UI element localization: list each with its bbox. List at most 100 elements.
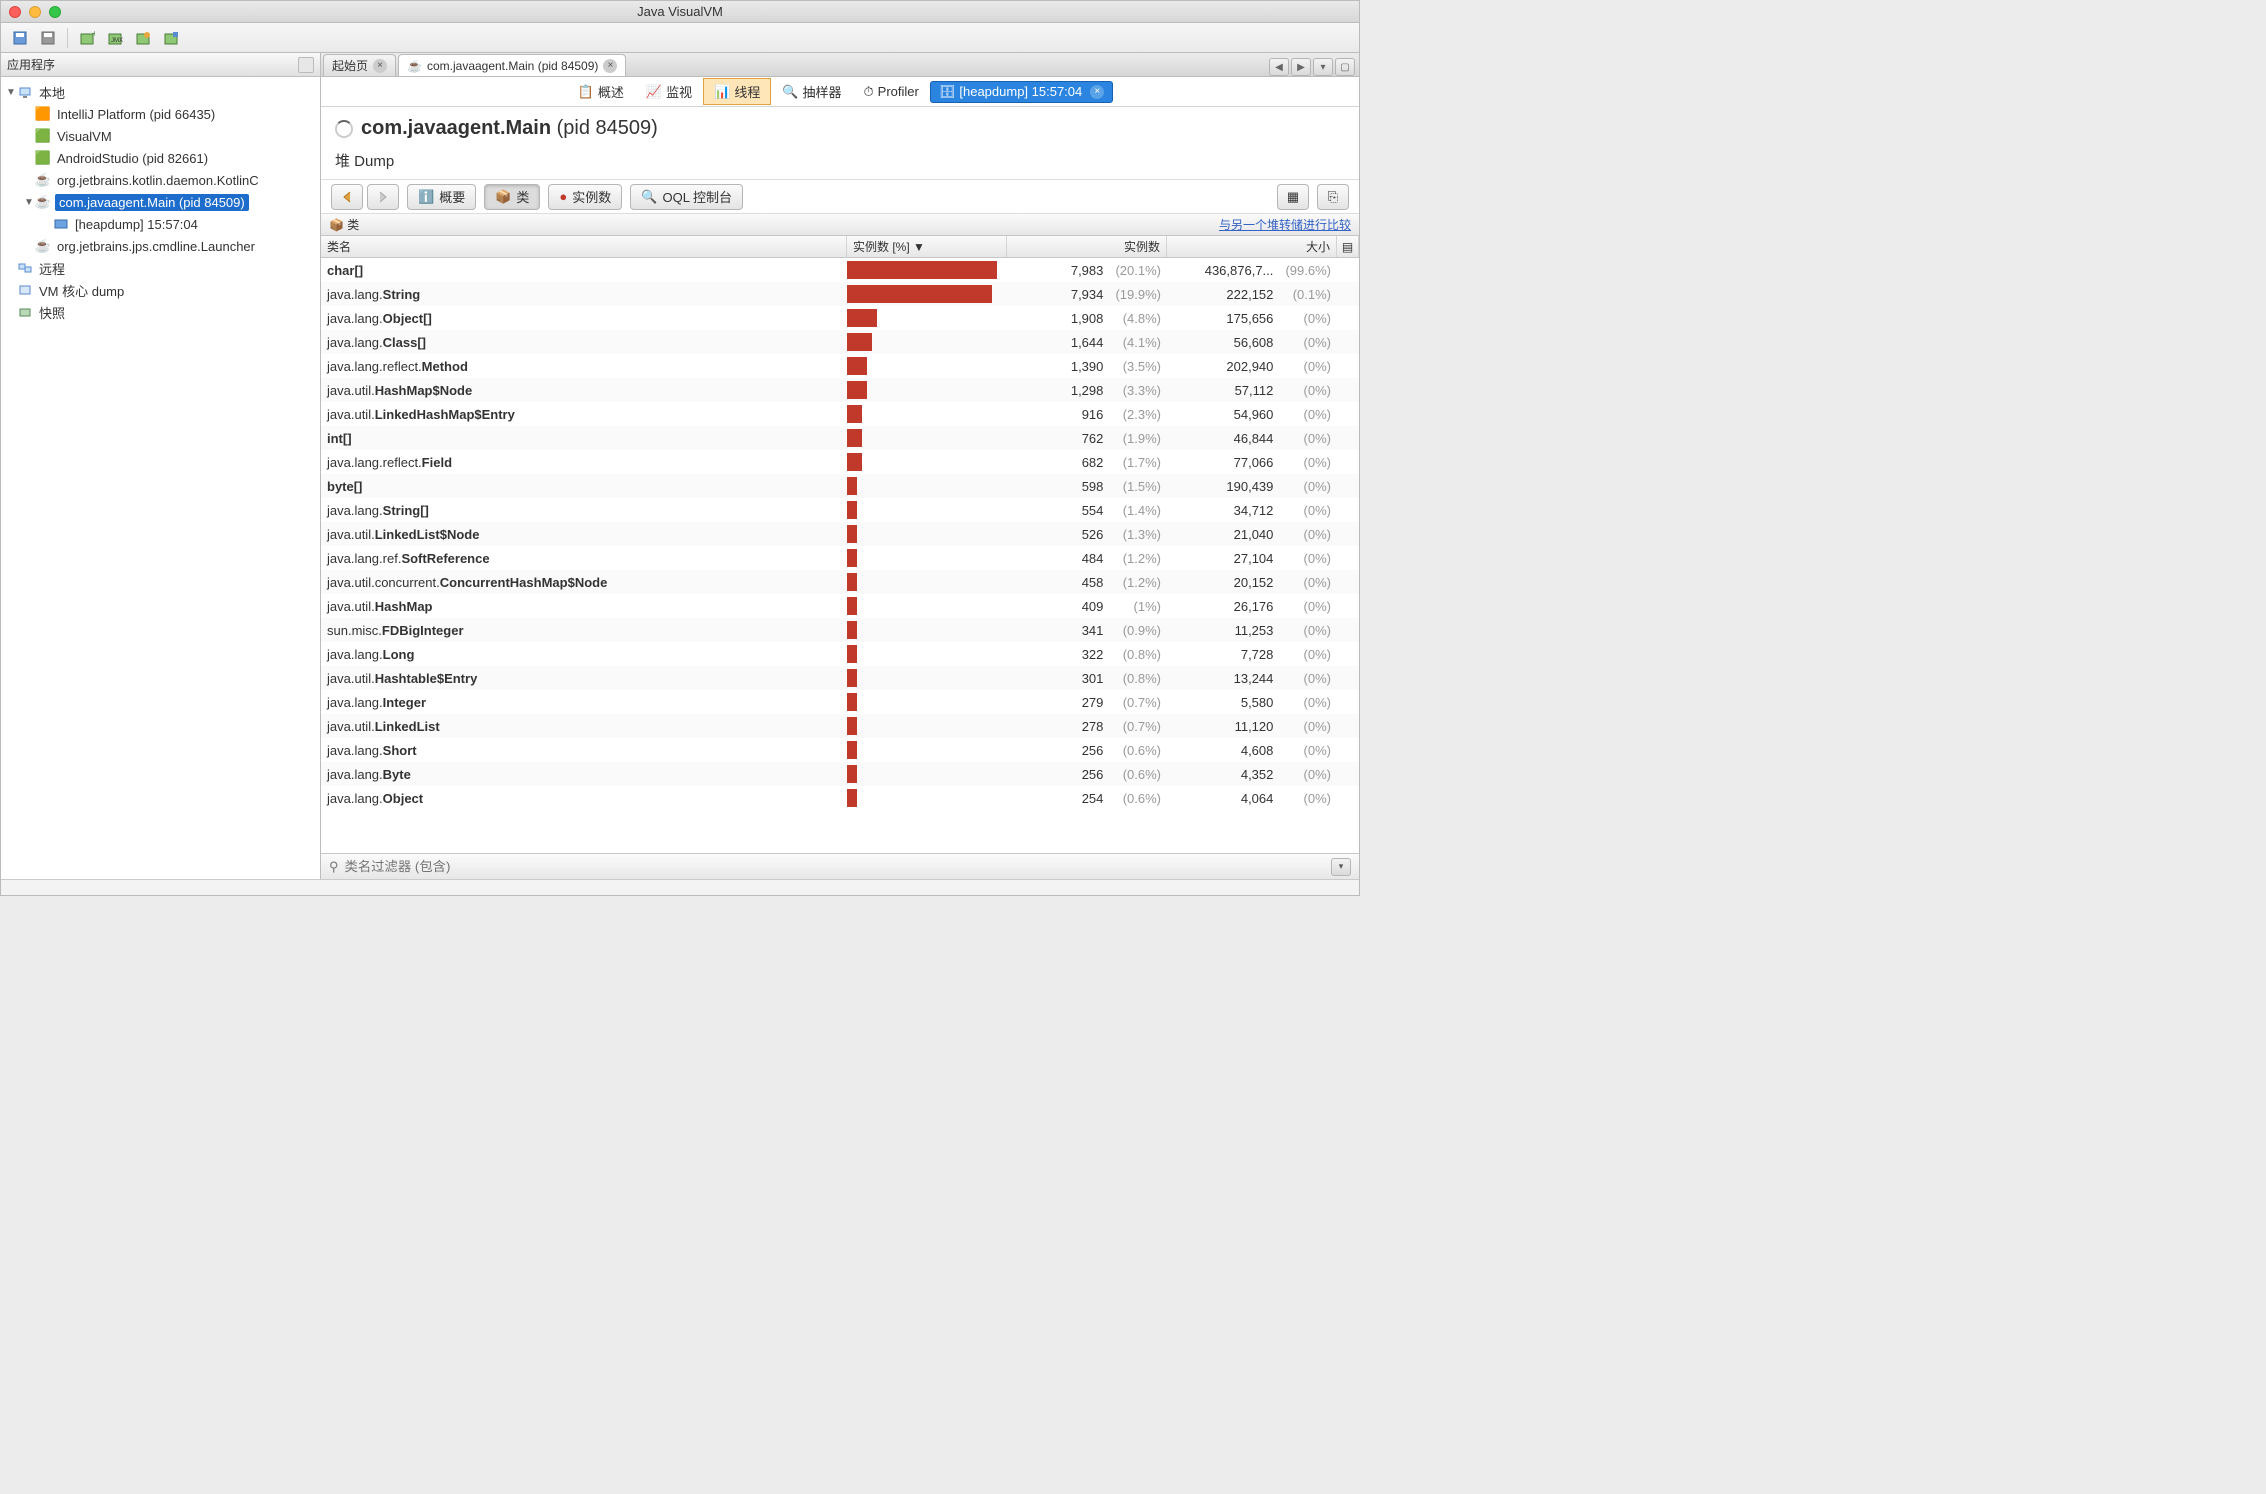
tab-list-button[interactable]: ▾: [1313, 58, 1333, 76]
tool-button-1[interactable]: ▦: [1277, 184, 1309, 210]
col-instances-pct[interactable]: 实例数 [%] ▼: [847, 236, 1007, 257]
svg-text:+: +: [92, 30, 95, 40]
table-row[interactable]: java.lang.ref.SoftReference484 (1.2%)27,…: [321, 546, 1359, 570]
tab-maximize-button[interactable]: ▢: [1335, 58, 1355, 76]
tree-node-remote[interactable]: 远程: [1, 257, 320, 279]
subtab-threads[interactable]: 📊线程: [703, 78, 771, 105]
tree-node-app[interactable]: ☕org.jetbrains.kotlin.daemon.KotlinC: [1, 169, 320, 191]
add-app-icon[interactable]: +: [74, 27, 100, 49]
save-icon[interactable]: [7, 27, 33, 49]
tree-node-app[interactable]: 🟩VisualVM: [1, 125, 320, 147]
search-icon: 🔍: [641, 189, 657, 205]
table-row[interactable]: char[]7,983 (20.1%)436,876,7... (99.6%): [321, 258, 1359, 282]
filter-dropdown[interactable]: ▾: [1331, 858, 1351, 876]
table-row[interactable]: byte[]598 (1.5%)190,439 (0%): [321, 474, 1359, 498]
view-tabs: 📋概述 📈监视 📊线程 🔍抽样器 ⏱Profiler 🗄[heapdump] 1…: [321, 77, 1359, 107]
table-row[interactable]: java.util.LinkedHashMap$Entry916 (2.3%)5…: [321, 402, 1359, 426]
sidebar-tab-apps[interactable]: 应用程序: [1, 53, 320, 77]
col-size[interactable]: 大小: [1167, 236, 1337, 257]
add-jmx-icon[interactable]: JMX: [102, 27, 128, 49]
table-row[interactable]: java.util.HashMap$Node1,298 (3.3%)57,112…: [321, 378, 1359, 402]
tree-node-coredump[interactable]: VM 核心 dump: [1, 279, 320, 301]
subtab-overview[interactable]: 📋概述: [567, 78, 635, 105]
status-bar: [1, 879, 1359, 895]
tree-node-local[interactable]: ▼本地: [1, 81, 320, 103]
tree-node-app[interactable]: ☕org.jetbrains.jps.cmdline.Launcher: [1, 235, 320, 257]
table-row[interactable]: java.lang.String[]554 (1.4%)34,712 (0%): [321, 498, 1359, 522]
table-row[interactable]: java.util.concurrent.ConcurrentHashMap$N…: [321, 570, 1359, 594]
heapdump-toolbar: ℹ️概要 📦类 ●实例数 🔍OQL 控制台 ▦ ⎘: [321, 180, 1359, 214]
table-row[interactable]: java.lang.Byte256 (0.6%)4,352 (0%): [321, 762, 1359, 786]
toolbar-separator: [67, 28, 68, 48]
tab-main[interactable]: ☕com.javaagent.Main (pid 84509)×: [398, 54, 626, 76]
col-config-icon[interactable]: ▤: [1337, 236, 1359, 257]
app-tree: ▼本地 🟧IntelliJ Platform (pid 66435) 🟩Visu…: [1, 77, 320, 879]
java-icon: ☕: [407, 59, 422, 73]
back-button[interactable]: [331, 184, 363, 210]
close-icon[interactable]: ×: [373, 59, 387, 73]
subtab-profiler[interactable]: ⏱Profiler: [853, 80, 930, 104]
subtab-monitor[interactable]: 📈监视: [635, 78, 703, 105]
content-header: com.javaagent.Main (pid 84509): [321, 107, 1359, 146]
tree-node-app[interactable]: 🟧IntelliJ Platform (pid 66435): [1, 103, 320, 125]
content-subheader: 堆 Dump: [321, 146, 1359, 180]
subtab-sampler[interactable]: 🔍抽样器: [771, 78, 852, 105]
tree-node-app-selected[interactable]: ▼☕com.javaagent.Main (pid 84509): [1, 191, 320, 213]
filter-bar: ⚲ ▾: [321, 853, 1359, 879]
sidebar-minimize-icon[interactable]: [298, 57, 314, 73]
instances-button[interactable]: ●实例数: [548, 184, 622, 210]
add-snapshot-icon[interactable]: [130, 27, 156, 49]
table-row[interactable]: sun.misc.FDBigInteger341 (0.9%)11,253 (0…: [321, 618, 1359, 642]
tab-start[interactable]: 起始页×: [323, 54, 396, 76]
classes-button[interactable]: 📦类: [484, 184, 540, 210]
forward-button[interactable]: [367, 184, 399, 210]
table-row[interactable]: java.lang.String7,934 (19.9%)222,152 (0.…: [321, 282, 1359, 306]
table-row[interactable]: java.util.LinkedList278 (0.7%)11,120 (0%…: [321, 714, 1359, 738]
table-row[interactable]: java.lang.Object[]1,908 (4.8%)175,656 (0…: [321, 306, 1359, 330]
table-row[interactable]: java.lang.Short256 (0.6%)4,608 (0%): [321, 738, 1359, 762]
compare-link[interactable]: 与另一个堆转储进行比较: [1219, 216, 1351, 233]
main-panel: 起始页× ☕com.javaagent.Main (pid 84509)× ◀ …: [321, 53, 1359, 879]
classes-icon: 📦: [495, 189, 511, 205]
table-row[interactable]: java.util.LinkedList$Node526 (1.3%)21,04…: [321, 522, 1359, 546]
svg-text:JMX: JMX: [111, 38, 123, 44]
tree-node-app[interactable]: 🟩AndroidStudio (pid 82661): [1, 147, 320, 169]
col-classname[interactable]: 类名: [321, 236, 847, 257]
summary-button[interactable]: ℹ️概要: [407, 184, 476, 210]
close-icon[interactable]: ×: [1090, 85, 1104, 99]
list-header: 📦 类 与另一个堆转储进行比较: [321, 214, 1359, 236]
table-row[interactable]: java.lang.Long322 (0.8%)7,728 (0%): [321, 642, 1359, 666]
close-icon[interactable]: ×: [603, 59, 617, 73]
oql-button[interactable]: 🔍OQL 控制台: [630, 184, 743, 210]
tree-node-snapshot[interactable]: 快照: [1, 301, 320, 323]
subtab-heapdump[interactable]: 🗄[heapdump] 15:57:04×: [930, 81, 1113, 103]
table-row[interactable]: java.util.HashMap409 (1%)26,176 (0%): [321, 594, 1359, 618]
sampler-icon: 🔍: [782, 84, 798, 100]
info-icon: ℹ️: [418, 189, 434, 205]
titlebar: Java VisualVM: [1, 1, 1359, 23]
heapdump-icon: 🗄: [939, 84, 956, 100]
sort-indicator-icon: ▼: [913, 240, 925, 254]
sidebar-tab-label: 应用程序: [7, 56, 55, 73]
filter-input[interactable]: [345, 859, 1325, 874]
table-row[interactable]: int[]762 (1.9%)46,844 (0%): [321, 426, 1359, 450]
add-coredump-icon[interactable]: [158, 27, 184, 49]
col-instances[interactable]: 实例数: [1007, 236, 1167, 257]
tool-button-2[interactable]: ⎘: [1317, 184, 1349, 210]
overview-icon: 📋: [578, 84, 594, 100]
tree-node-heapdump[interactable]: [heapdump] 15:57:04: [1, 213, 320, 235]
threads-icon: 📊: [714, 84, 730, 100]
profiler-icon: ⏱: [864, 84, 874, 100]
monitor-icon: 📈: [646, 84, 662, 100]
table-row[interactable]: java.lang.reflect.Method1,390 (3.5%)202,…: [321, 354, 1359, 378]
table-row[interactable]: java.lang.Object254 (0.6%)4,064 (0%): [321, 786, 1359, 810]
class-table[interactable]: char[]7,983 (20.1%)436,876,7... (99.6%)j…: [321, 258, 1359, 853]
tab-prev-button[interactable]: ◀: [1269, 58, 1289, 76]
table-row[interactable]: java.util.Hashtable$Entry301 (0.8%)13,24…: [321, 666, 1359, 690]
table-row[interactable]: java.lang.Integer279 (0.7%)5,580 (0%): [321, 690, 1359, 714]
table-row[interactable]: java.lang.reflect.Field682 (1.7%)77,066 …: [321, 450, 1359, 474]
tab-next-button[interactable]: ▶: [1291, 58, 1311, 76]
save-as-icon[interactable]: [35, 27, 61, 49]
table-row[interactable]: java.lang.Class[]1,644 (4.1%)56,608 (0%): [321, 330, 1359, 354]
column-headers: 类名 实例数 [%] ▼ 实例数 大小 ▤: [321, 236, 1359, 258]
